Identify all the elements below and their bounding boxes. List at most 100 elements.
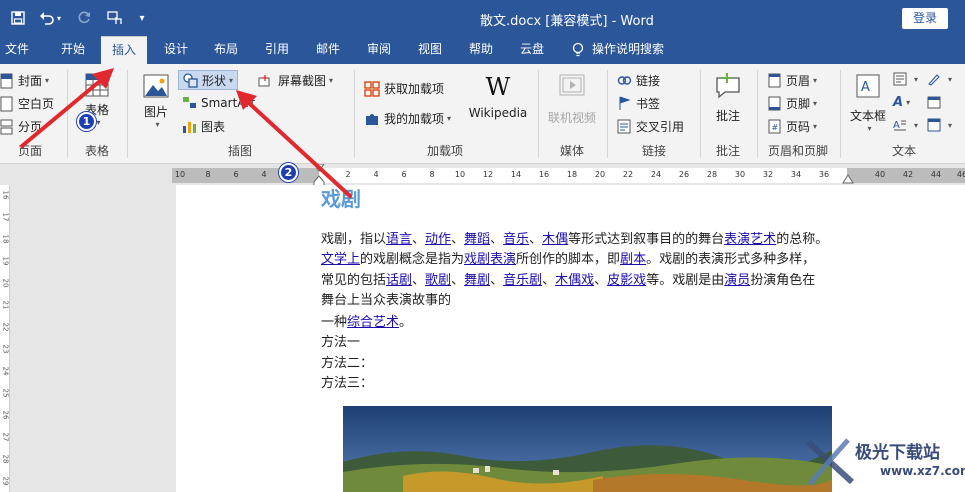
hyperlink[interactable]: 演员	[724, 273, 750, 288]
hyperlink[interactable]: 话剧	[386, 273, 412, 288]
paragraph-line[interactable]: 常见的包括话剧、歌剧、舞剧、音乐剧、木偶戏、皮影戏等。戏剧是由演员扮演角色在	[321, 271, 815, 291]
blank-page-button[interactable]: 空白页	[0, 95, 54, 112]
hyperlink[interactable]: 语言	[386, 232, 412, 247]
document-heading[interactable]: 戏剧	[321, 183, 361, 212]
ruler-tick: 44	[930, 170, 942, 179]
page-number-button[interactable]: # 页码 ▾	[768, 118, 817, 135]
customize-icon[interactable]: ▾	[136, 8, 148, 28]
hyperlink[interactable]: 音乐剧	[503, 273, 542, 288]
hyperlink[interactable]: 木偶	[542, 232, 568, 247]
quick-parts-button[interactable]: ▾	[893, 72, 918, 86]
comment-label: 批注	[715, 109, 740, 123]
wikipedia-button[interactable]: W Wikipedia	[466, 74, 530, 120]
hyperlink[interactable]: 戏剧表演	[464, 252, 516, 267]
cover-page-button[interactable]: 封面 ▾	[0, 72, 49, 89]
ruler-tick: 30	[734, 170, 746, 179]
right-indent-marker[interactable]	[842, 174, 854, 184]
redo-icon[interactable]	[74, 8, 94, 28]
tab-design[interactable]: 设计	[156, 36, 196, 64]
text-run: 扮演角色在	[750, 273, 816, 288]
tab-view[interactable]: 视图	[410, 36, 450, 64]
group-divider	[840, 70, 841, 158]
paragraph-line[interactable]: 文学上的戏剧概念是指为戏剧表演所创作的脚本，即剧本。戏剧的表演形式多种多样，	[321, 250, 815, 270]
hyperlink[interactable]: 音乐	[503, 232, 529, 247]
vertical-ruler[interactable]: 16 17 18 19 20 21 22 23 24 25 26 27 28 2…	[0, 185, 10, 492]
hyperlink[interactable]: 表演艺术	[724, 232, 776, 247]
calendar-icon	[927, 96, 941, 109]
bookmark-button[interactable]: 书签	[617, 95, 660, 112]
vruler-tick: 20	[1, 278, 10, 288]
method-three-line[interactable]: 方法三：	[321, 374, 373, 394]
text-run: 、	[412, 232, 426, 247]
hyperlink[interactable]: 舞剧	[464, 273, 490, 288]
paragraph-line[interactable]: 戏剧，指以语言、动作、舞蹈、音乐、木偶等形式达到叙事目的的舞台表演艺术的总称。	[321, 230, 828, 250]
object-button[interactable]: ▾	[927, 118, 952, 132]
tab-mailings[interactable]: 邮件	[308, 36, 348, 64]
hyperlink[interactable]: 动作	[425, 232, 451, 247]
comment-button[interactable]: 批注	[706, 72, 750, 124]
get-addins-label: 获取加载项	[384, 82, 445, 96]
group-divider	[700, 70, 701, 158]
hyperlink[interactable]: 综合艺术	[347, 315, 399, 330]
get-addins-button[interactable]: 获取加载项	[364, 80, 444, 97]
tab-help[interactable]: 帮助	[461, 36, 501, 64]
ruler-tick: 6	[233, 170, 239, 179]
screenshot-button[interactable]: 屏幕截图 ▾	[258, 72, 333, 89]
cross-reference-button[interactable]: 交叉引用	[617, 118, 684, 135]
drop-cap-button[interactable]: A ▾	[893, 118, 918, 132]
smartart-button[interactable]: SmartArt	[182, 95, 255, 110]
text-run: 的戏剧概念是指为	[360, 252, 465, 267]
header-button[interactable]: 页眉 ▾	[768, 72, 817, 89]
vruler-tick: 26	[1, 410, 10, 420]
tab-layout[interactable]: 布局	[206, 36, 246, 64]
paragraph-line[interactable]: 一种综合艺术。	[321, 313, 412, 333]
tab-review[interactable]: 审阅	[359, 36, 399, 64]
signature-line-button[interactable]: ▾	[927, 72, 952, 86]
textbox-button[interactable]: A 文本框 ▾	[846, 72, 890, 133]
date-time-button[interactable]	[927, 95, 945, 109]
tab-references[interactable]: 引用	[257, 36, 297, 64]
paragraph-line[interactable]: 舞台上当众表演故事的	[321, 291, 451, 311]
text-run: 的总称。	[776, 232, 829, 247]
hyperlink[interactable]: 文学上	[321, 252, 360, 267]
tell-me-search[interactable]: 操作说明搜索	[592, 36, 682, 64]
tab-insert[interactable]: 插入	[101, 36, 147, 64]
group-divider	[607, 70, 608, 158]
screenshot-label: 屏幕截图	[278, 74, 327, 88]
text-run: 舞台上当众表演故事的	[321, 293, 452, 308]
ruler-tick: 36	[818, 170, 830, 179]
tab-file[interactable]: 文件	[0, 36, 34, 64]
login-button[interactable]: 登录	[902, 8, 948, 29]
method-two-line[interactable]: 方法二：	[321, 354, 373, 374]
hyperlink[interactable]: 舞蹈	[464, 232, 490, 247]
hyperlink[interactable]: 剧本	[620, 252, 646, 267]
shapes-button[interactable]: 形状 ▾	[178, 70, 239, 90]
save-icon[interactable]	[8, 8, 28, 28]
text-run: 、	[529, 232, 543, 247]
hyperlink[interactable]: 皮影戏	[607, 273, 646, 288]
method-one-line[interactable]: 方法一	[321, 333, 360, 353]
wordart-button[interactable]: A ▾	[893, 95, 910, 110]
group-label-tables: 表格	[84, 144, 109, 158]
chart-button[interactable]: 图表	[182, 118, 225, 135]
page-break-button[interactable]: 分页	[0, 118, 42, 135]
picture-button[interactable]: 图片 ▾	[137, 72, 175, 129]
link-button[interactable]: 链接	[617, 72, 660, 89]
online-video-button[interactable]: 联机视频	[544, 72, 600, 126]
ruler-tick: 8	[205, 170, 211, 179]
table-icon	[85, 73, 109, 97]
cover-page-label: 封面	[18, 74, 43, 88]
svg-text:A: A	[861, 80, 870, 95]
object-icon	[927, 118, 941, 132]
undo-icon[interactable]: ▾	[36, 8, 64, 28]
vruler-tick: 28	[1, 454, 10, 464]
footer-button[interactable]: 页脚 ▾	[768, 95, 817, 112]
ruler-tick: 22	[622, 170, 634, 179]
hyperlink[interactable]: 歌剧	[425, 273, 451, 288]
my-addins-button[interactable]: 我的加载项 ▾	[364, 110, 451, 127]
tab-home[interactable]: 开始	[53, 36, 93, 64]
touch-mode-icon[interactable]	[104, 8, 126, 28]
tab-cloud[interactable]: 云盘	[512, 36, 552, 64]
hyperlink[interactable]: 木偶戏	[555, 273, 594, 288]
landscape-image[interactable]	[343, 406, 832, 492]
